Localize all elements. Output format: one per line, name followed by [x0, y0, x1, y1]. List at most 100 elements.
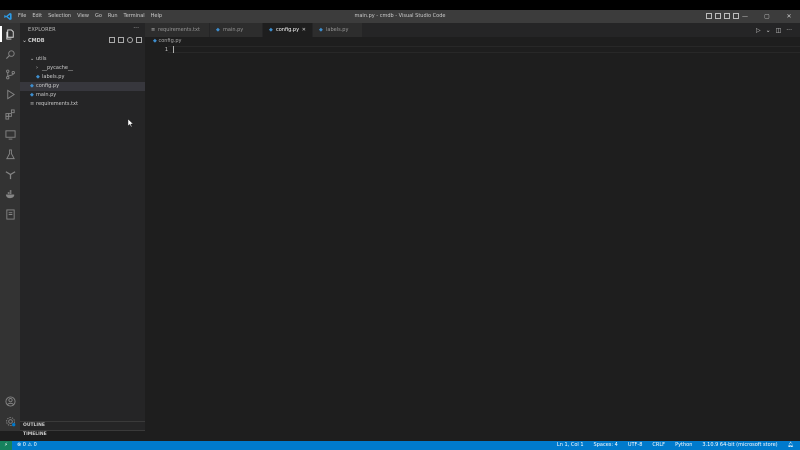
collapse-all-icon[interactable]	[136, 37, 142, 43]
tab-label: main.py	[223, 27, 244, 33]
python-file-icon: ◆	[269, 27, 273, 33]
account-icon[interactable]	[4, 395, 16, 407]
split-editor-icon[interactable]: ◫	[776, 27, 782, 34]
tree-item-label: labels.py	[42, 74, 65, 80]
toggle-panel-icon[interactable]	[715, 13, 721, 19]
tree-item[interactable]: ≡ requirements.txt	[20, 100, 145, 109]
status-right-items: Ln 1, Col 1 Spaces: 4 UTF-8 CRLF Python 3.10.…	[557, 441, 794, 450]
tree-item[interactable]: ⌄ utils	[20, 55, 145, 64]
remote-explorer-icon[interactable]	[4, 128, 16, 140]
tab-label: config.py	[276, 27, 300, 33]
vscode-window: File Edit Selection View Go Run Terminal Help m…	[0, 10, 800, 450]
tab-config-py[interactable]: ◆ config.py ✕	[263, 23, 313, 37]
new-folder-icon[interactable]	[118, 37, 124, 43]
menu-go[interactable]: Go	[95, 10, 102, 23]
toggle-primary-sidebar-icon[interactable]	[706, 13, 712, 19]
text-cursor	[173, 46, 174, 53]
text-file-icon: ≡	[151, 27, 156, 33]
tree-item-label: config.py	[36, 83, 60, 89]
timeline-label: TIMELINE	[23, 432, 47, 437]
status-item[interactable]: UTF-8	[628, 441, 643, 450]
search-icon[interactable]	[4, 48, 16, 60]
source-control-icon[interactable]	[4, 68, 16, 80]
activity-bar	[0, 23, 20, 431]
chevron-down-icon: ⌄	[30, 56, 35, 62]
run-debug-icon[interactable]	[4, 88, 16, 100]
menu-help[interactable]: Help	[151, 10, 162, 23]
python-file-icon: ◆	[30, 92, 34, 98]
toggle-secondary-sidebar-icon[interactable]	[724, 13, 730, 19]
python-file-icon: ◆	[319, 27, 323, 33]
window-controls: — ▢ ✕	[734, 10, 800, 23]
notifications-bell-icon[interactable]: 🔔︎	[788, 441, 794, 450]
chevron-down-icon: ⌄	[22, 37, 28, 44]
explorer-sidebar: EXPLORER ··· ⌄ CMDB ⌄ utils › __pycache__ ◆ l…	[20, 23, 145, 437]
chevron-right-icon: ›	[36, 65, 38, 71]
tree-item[interactable]: ◆ config.py	[20, 82, 145, 91]
status-item[interactable]: Python	[675, 441, 692, 450]
new-file-icon[interactable]	[109, 37, 115, 43]
explorer-toolbar	[109, 37, 142, 43]
tab-main-py[interactable]: ◆ main.py	[210, 23, 263, 37]
tree-item-label: utils	[36, 56, 47, 62]
run-python-file-icon[interactable]: ▷	[756, 27, 761, 34]
text-file-icon: ≡	[30, 101, 35, 107]
maximize-button[interactable]: ▢	[756, 10, 778, 23]
menu-terminal[interactable]: Terminal	[124, 10, 145, 23]
tree-item-label: requirements.txt	[36, 101, 78, 107]
python-file-icon: ◆	[30, 83, 34, 89]
workspace-name: CMDB	[28, 38, 45, 44]
close-window-button[interactable]: ✕	[778, 10, 800, 23]
editor-actions: ▷ ⌄ ◫ ···	[756, 23, 792, 37]
run-dropdown-icon[interactable]: ⌄	[766, 27, 771, 34]
more-actions-button[interactable]: ···	[133, 25, 139, 32]
status-item[interactable]: Spaces: 4	[594, 441, 618, 450]
python-file-icon: ◆	[36, 74, 40, 80]
git-graph-icon[interactable]	[4, 168, 16, 180]
title-bar: File Edit Selection View Go Run Terminal Help m…	[0, 10, 800, 23]
problems-indicator[interactable]: ⊗ 0 ⚠ 0	[17, 441, 37, 450]
menu-selection[interactable]: Selection	[48, 10, 71, 23]
docker-icon[interactable]	[4, 188, 16, 200]
more-editor-actions-icon[interactable]: ···	[786, 27, 792, 34]
tree-item[interactable]: › __pycache__	[20, 64, 145, 73]
status-item[interactable]: 3.10.9 64-bit (microsoft store)	[702, 441, 777, 450]
python-file-icon: ◆	[216, 27, 220, 33]
menu-run[interactable]: Run	[108, 10, 118, 23]
refresh-icon[interactable]	[127, 37, 133, 43]
timeline-section[interactable]: TIMELINE	[20, 430, 145, 440]
mouse-pointer-icon	[128, 119, 134, 128]
status-bar: ⚡ ⊗ 0 ⚠ 0 Ln 1, Col 1 Spaces: 4 UTF-8 CRLF P…	[0, 441, 800, 450]
extensions-icon[interactable]	[4, 108, 16, 120]
tab-label: requirements.txt	[158, 27, 200, 33]
status-item[interactable]: CRLF	[652, 441, 665, 450]
explorer-title: EXPLORER	[28, 27, 56, 33]
tree-item[interactable]: ◆ main.py	[20, 91, 145, 100]
menu-edit[interactable]: Edit	[32, 10, 42, 23]
files-icon[interactable]	[0, 26, 16, 42]
tree-item-label: main.py	[36, 92, 57, 98]
menu-bar: File Edit Selection View Go Run Terminal Help	[18, 10, 162, 23]
tab-label: labels.py	[326, 27, 349, 33]
vscode-logo-icon	[4, 12, 12, 21]
menu-view[interactable]: View	[77, 10, 89, 23]
tab-requirements-txt[interactable]: ≡ requirements.txt	[145, 23, 210, 37]
tree-item[interactable]: ◆ labels.py	[20, 73, 145, 82]
line-number: 1	[164, 47, 168, 53]
minimize-button[interactable]: —	[734, 10, 756, 23]
outline-label: OUTLINE	[23, 423, 45, 428]
menu-file[interactable]: File	[18, 10, 26, 23]
tree-item-label: __pycache__	[42, 65, 73, 71]
settings-gear-icon[interactable]	[4, 415, 16, 427]
close-tab-icon[interactable]: ✕	[302, 23, 306, 37]
notebook-icon[interactable]	[4, 208, 16, 220]
tab-labels-py[interactable]: ◆ labels.py	[313, 23, 363, 37]
breadcrumb[interactable]: ◆ config.py	[153, 38, 181, 44]
python-file-icon: ◆	[153, 38, 157, 44]
status-item[interactable]: Ln 1, Col 1	[557, 441, 584, 450]
testing-icon[interactable]	[4, 148, 16, 160]
breadcrumb-file: config.py	[158, 38, 182, 44]
editor-tabs: ≡ requirements.txt ◆ main.py ◆ config.py ✕ ◆ lab…	[145, 23, 800, 37]
remote-indicator[interactable]: ⚡	[0, 441, 12, 450]
current-line-highlight	[168, 46, 800, 53]
